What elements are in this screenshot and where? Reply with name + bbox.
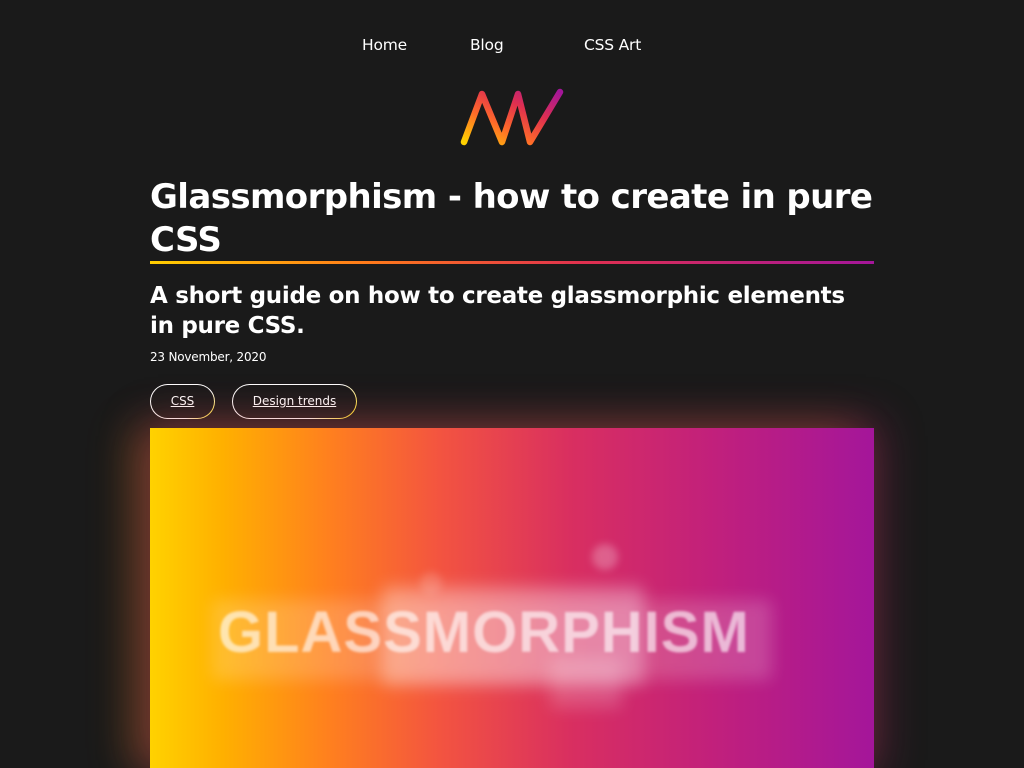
nav-blog-link[interactable]: Blog — [470, 33, 504, 57]
nav-css-art-link[interactable]: CSS Art — [584, 33, 641, 57]
title-underline — [150, 261, 874, 264]
article-subtitle: A short guide on how to create glassmorp… — [150, 283, 845, 339]
article: Glassmorphism - how to create in pure CS… — [150, 176, 874, 421]
hero-image: GLASSMORPHISM — [150, 428, 874, 768]
hero-word: GLASSMORPHISM — [218, 600, 750, 665]
tag-design-trends[interactable]: Design trends — [232, 384, 357, 419]
main-nav: Home Blog CSS Art — [0, 33, 1024, 57]
nav-home-link[interactable]: Home — [362, 33, 407, 57]
tag-list: CSS Design trends — [150, 384, 874, 421]
tag-css[interactable]: CSS — [150, 384, 215, 419]
aw-logo-icon[interactable] — [460, 88, 564, 150]
page-title: Glassmorphism - how to create in pure CS… — [150, 177, 873, 260]
publish-date: 23 November, 2020 — [150, 350, 267, 364]
glass-dot — [420, 572, 442, 594]
glass-circle — [592, 544, 618, 570]
